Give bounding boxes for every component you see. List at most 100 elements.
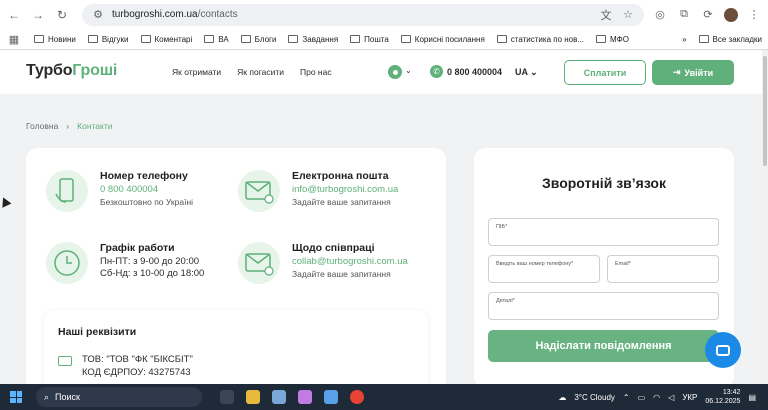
pay-button[interactable]: Сплатити <box>564 60 646 85</box>
requisites-company: ТОВ: "ТОВ "ФК "БІКСБІТ" <box>82 354 193 365</box>
notepad-icon[interactable] <box>324 390 338 404</box>
scrollbar-thumb[interactable] <box>763 56 767 166</box>
feedback-card: Зворотній зв’язок ПІБ* Введіть ваш номер… <box>474 148 734 384</box>
bookmark-folder[interactable]: Новини <box>34 35 76 44</box>
bookmark-folder[interactable]: Корисні посилання <box>400 35 485 44</box>
chevron-right-icon: › <box>66 121 70 131</box>
folder-icon <box>140 35 151 43</box>
network-icon[interactable]: ▭ <box>638 393 646 402</box>
phone-input[interactable]: Введіть ваш номер телефону* <box>488 255 600 283</box>
url-host: turbogroshi.com.ua <box>112 9 198 20</box>
contact-partners-link[interactable]: collab@turbogroshi.com.ua <box>292 256 408 267</box>
back-icon[interactable]: ← <box>6 7 22 23</box>
taskbar-search[interactable]: ⌕ Поиск <box>36 387 202 407</box>
copilot-icon[interactable] <box>298 390 312 404</box>
site-logo[interactable]: ТурбоГроші <box>26 62 117 80</box>
forward-icon[interactable]: → <box>30 7 46 23</box>
folder-icon <box>34 35 44 43</box>
contact-phone: Номер телефону 0 800 400004 Безкоштовно … <box>46 170 193 212</box>
menu-icon[interactable]: ⋮ <box>746 7 762 23</box>
bookmark-folder[interactable]: Пошта <box>350 35 389 44</box>
windows-start-icon[interactable] <box>10 391 22 403</box>
taskbar-apps <box>220 390 364 404</box>
contact-phone-sub: Безкоштовно по Україні <box>100 197 194 207</box>
contact-phone-link[interactable]: 0 800 400004 <box>100 184 193 195</box>
accessibility-eye-icon[interactable] <box>388 65 402 79</box>
site-info-icon[interactable]: ⚙ <box>90 7 106 23</box>
mouse-cursor-icon <box>0 195 12 208</box>
reload-icon[interactable]: ↻ <box>54 7 70 23</box>
contact-schedule-weekdays: Пн-ПТ: з 9-00 до 20:00 <box>100 256 200 267</box>
bookmark-folder[interactable]: статистика по нов... <box>496 35 584 44</box>
bookmark-folder[interactable]: Завдання <box>288 35 338 44</box>
apps-grid-icon[interactable]: ▦ <box>6 31 22 47</box>
browser-chrome: ← → ↻ ⚙ turbogroshi.com.ua/contacts 文 ☆ … <box>0 0 768 50</box>
requisites-title: Наші реквізити <box>58 326 137 338</box>
star-icon[interactable]: ☆ <box>620 7 636 23</box>
breadcrumb: Головна › Контакти <box>26 121 113 131</box>
folder-icon <box>698 35 709 43</box>
bookmark-folder[interactable]: Відгуки <box>87 35 129 44</box>
weather-text[interactable]: 3°C Cloudy <box>574 393 615 402</box>
contact-schedule-title: Графік работи <box>100 242 175 254</box>
contact-partners-title: Щодо співпраці <box>292 242 375 254</box>
folder-icon <box>496 35 507 43</box>
chrome-icon[interactable] <box>350 390 364 404</box>
nav-about[interactable]: Про нас <box>300 67 332 77</box>
name-input[interactable]: ПІБ* <box>488 218 719 246</box>
folder-icon <box>350 35 361 43</box>
submit-button[interactable]: Надіслати повідомлення <box>488 330 719 362</box>
bookmarks-bar: ▦ Новини Відгуки Коментарі ВА Блоги Завд… <box>0 29 768 50</box>
volume-icon[interactable]: ◁ <box>668 393 674 402</box>
input-language[interactable]: УКР <box>682 393 697 402</box>
contact-partners-sub: Задайте ваше запитання <box>292 269 391 279</box>
all-bookmarks[interactable]: Все закладки <box>698 35 762 44</box>
chat-icon <box>716 344 730 356</box>
contact-email: Електронна пошта info@turbogroshi.com.ua… <box>238 170 398 212</box>
profile-avatar[interactable] <box>724 7 738 22</box>
header-phone[interactable]: 0 800 400004 <box>447 67 502 77</box>
breadcrumb-home[interactable]: Головна <box>26 121 58 131</box>
tray-chevron-up-icon[interactable]: ⌃ <box>623 393 630 402</box>
bookmark-folder[interactable]: ВА <box>204 35 229 44</box>
url-text[interactable]: turbogroshi.com.ua/contacts <box>112 9 592 20</box>
camera-icon[interactable]: ◎ <box>652 7 668 23</box>
email-placeholder: Email* <box>615 261 631 267</box>
email-input[interactable]: Email* <box>607 255 719 283</box>
clock[interactable]: 13:42 06.12.2025 <box>705 388 740 406</box>
taskbar-search-label: Поиск <box>55 392 80 402</box>
calculator-icon[interactable] <box>272 390 286 404</box>
bookmark-folder[interactable]: МФО <box>596 35 629 44</box>
login-button[interactable]: ⇥ Увійти <box>652 60 734 85</box>
notifications-icon[interactable]: ▤ <box>748 393 756 402</box>
page-scrollbar[interactable] <box>762 50 768 384</box>
language-select[interactable]: UA ⌄ <box>515 67 538 78</box>
nav-how-to-repay[interactable]: Як погасити <box>237 67 284 77</box>
chevron-down-icon[interactable]: ⌄ <box>405 66 412 75</box>
contact-email-link[interactable]: info@turbogroshi.com.ua <box>292 184 398 195</box>
bookmark-folder[interactable]: Коментарі <box>140 35 192 44</box>
bookmark-folder[interactable]: Блоги <box>240 35 276 44</box>
system-tray: ☁ 3°C Cloudy ⌃ ▭ ◠ ◁ УКР 13:42 06.12.202… <box>558 384 768 410</box>
sync-icon[interactable]: ⟳ <box>700 7 716 23</box>
weather-icon[interactable]: ☁ <box>558 393 566 402</box>
folder-icon <box>288 35 299 43</box>
browser-toolbar: ← → ↻ ⚙ turbogroshi.com.ua/contacts 文 ☆ … <box>0 0 768 29</box>
file-explorer-icon[interactable] <box>246 390 260 404</box>
folder-icon <box>87 35 98 43</box>
phone-hand-icon <box>46 170 88 212</box>
contact-schedule: Графік работи Пн-ПТ: з 9-00 до 20:00 Сб-… <box>46 242 204 284</box>
task-view-icon[interactable] <box>220 390 234 404</box>
wifi-icon[interactable]: ◠ <box>653 393 660 402</box>
bookmarks-overflow-icon[interactable]: » <box>682 35 686 44</box>
contacts-card: Номер телефону 0 800 400004 Безкоштовно … <box>26 148 446 384</box>
extensions-icon[interactable]: ⧉ <box>676 7 692 23</box>
nav-how-to-get[interactable]: Як отримати <box>172 67 221 77</box>
clock-phone-icon <box>46 242 88 284</box>
details-input[interactable]: Деталі* <box>488 292 719 320</box>
folder-icon <box>204 35 215 43</box>
chat-button[interactable] <box>705 332 741 368</box>
folder-icon <box>596 35 607 43</box>
address-bar[interactable]: ⚙ turbogroshi.com.ua/contacts 文 ☆ <box>82 3 644 26</box>
translate-icon[interactable]: 文 <box>598 7 614 23</box>
